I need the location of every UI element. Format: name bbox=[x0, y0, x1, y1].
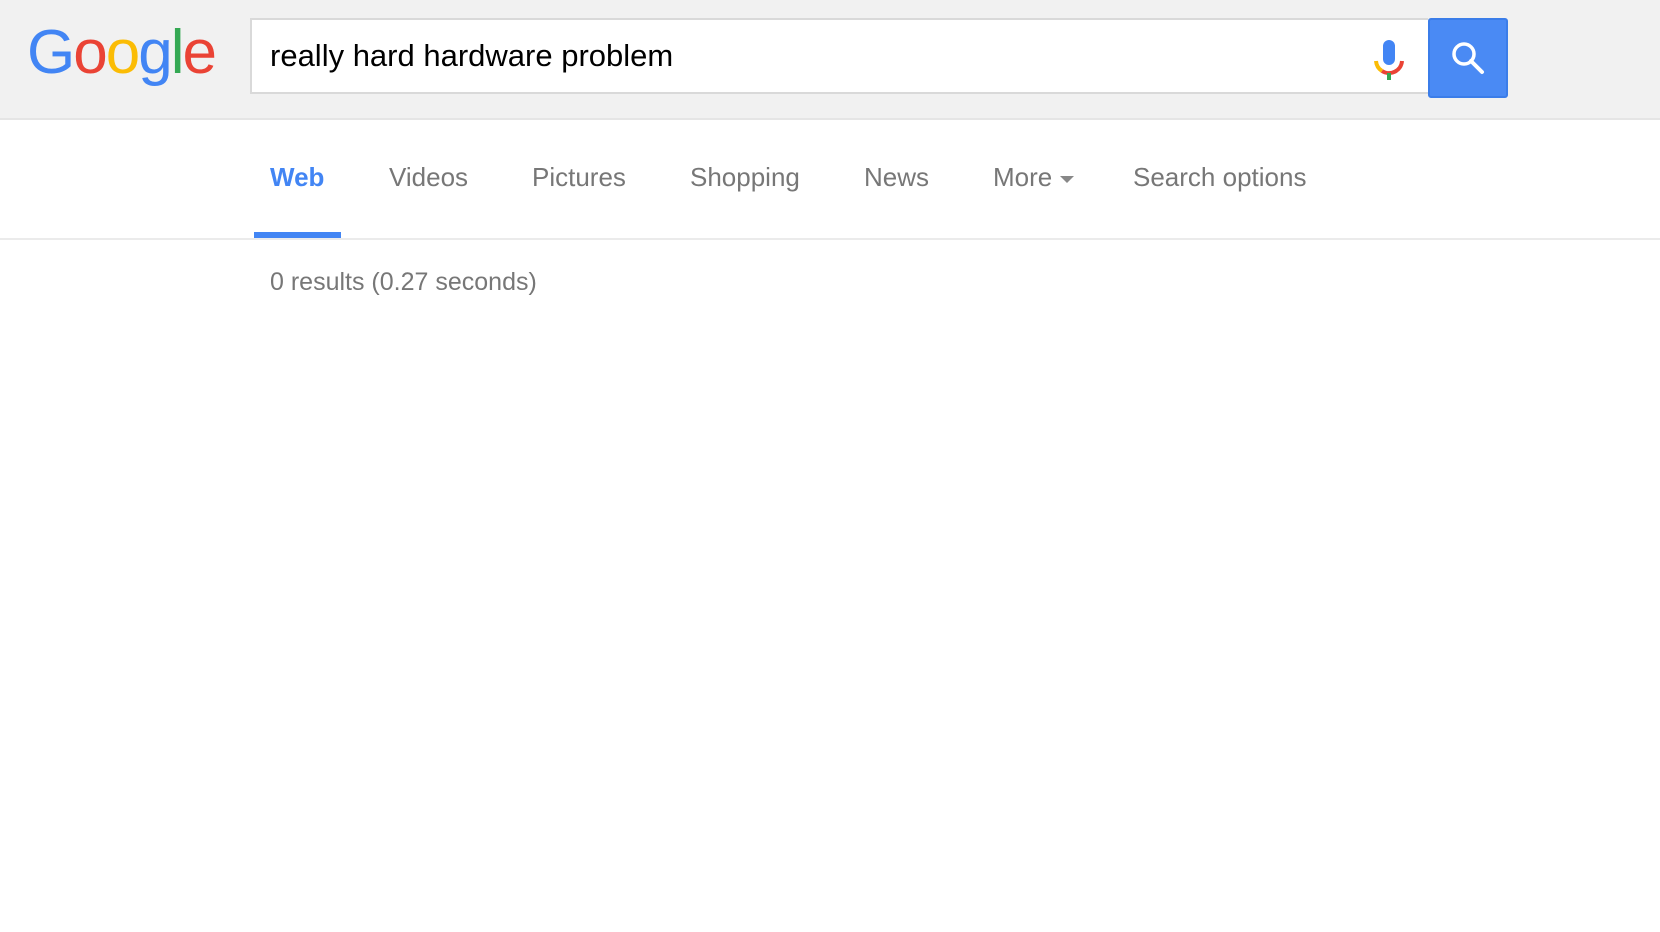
active-tab-indicator bbox=[254, 232, 341, 238]
caret-down-icon bbox=[1060, 175, 1075, 183]
logo-letter: o bbox=[105, 18, 141, 87]
microphone-icon[interactable] bbox=[1372, 40, 1406, 82]
tab-videos[interactable]: Videos bbox=[389, 162, 468, 193]
logo-letter: o bbox=[73, 18, 108, 87]
search-tabs: Web Videos Pictures Shopping News More S… bbox=[0, 120, 1660, 240]
tab-search-options[interactable]: Search options bbox=[1133, 162, 1306, 193]
tab-web[interactable]: Web bbox=[270, 162, 324, 193]
tab-pictures[interactable]: Pictures bbox=[532, 162, 626, 193]
logo-letter: G bbox=[27, 18, 75, 87]
header: Google bbox=[0, 0, 1660, 120]
logo-letter: g bbox=[138, 18, 173, 87]
logo-letter: e bbox=[182, 18, 217, 87]
google-logo[interactable]: Google bbox=[27, 18, 217, 87]
search-box bbox=[250, 18, 1428, 94]
search-input[interactable] bbox=[270, 20, 1350, 92]
tab-shopping[interactable]: Shopping bbox=[690, 162, 800, 193]
results-summary: 0 results (0.27 seconds) bbox=[270, 268, 537, 296]
logo-letter: l bbox=[170, 18, 185, 87]
tab-more-label: More bbox=[993, 162, 1053, 192]
tab-more[interactable]: More bbox=[993, 162, 1075, 193]
search-button[interactable] bbox=[1428, 18, 1508, 98]
search-icon bbox=[1452, 42, 1484, 74]
tab-news[interactable]: News bbox=[864, 162, 929, 193]
